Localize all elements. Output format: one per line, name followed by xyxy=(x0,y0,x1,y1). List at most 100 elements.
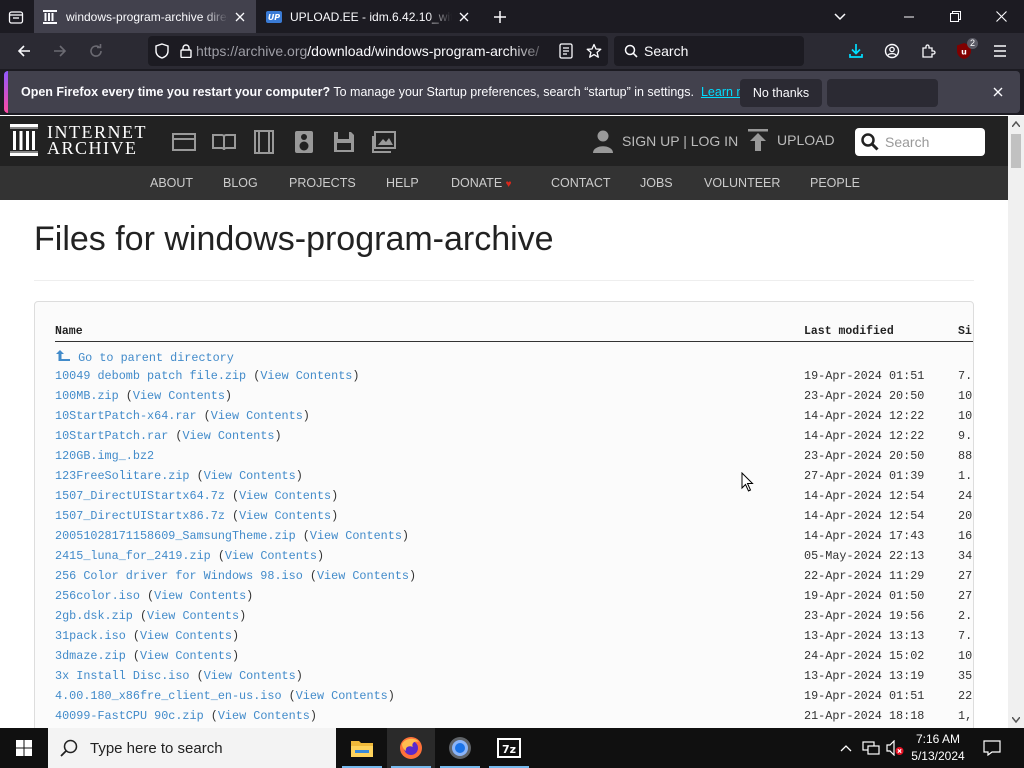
close-tab-icon[interactable] xyxy=(228,5,252,29)
file-link[interactable]: 4.00.180_x86fre_client_en-us.iso xyxy=(55,689,282,703)
nav-about[interactable]: ABOUT xyxy=(150,166,193,200)
volume-muted-icon[interactable] xyxy=(884,728,906,768)
file-link[interactable]: 10049 debomb patch file.zip xyxy=(55,369,246,383)
nav-help[interactable]: HELP xyxy=(386,166,419,200)
parent-directory-link[interactable]: Go to parent directory xyxy=(78,351,234,365)
scroll-down-arrow-icon[interactable] xyxy=(1008,712,1024,728)
file-explorer-taskbar-icon[interactable] xyxy=(338,728,386,768)
software-floppy-icon[interactable] xyxy=(324,128,364,156)
internet-archive-logo[interactable]: INTERNET ARCHIVE xyxy=(10,123,147,157)
file-link[interactable]: 40099-FastCPU 90c.zip xyxy=(55,709,204,723)
view-contents-link[interactable]: View Contents xyxy=(147,609,239,623)
view-contents-link[interactable]: View Contents xyxy=(225,549,317,563)
file-link[interactable]: 1507_DirectUIStartx64.7z xyxy=(55,489,225,503)
nav-projects[interactable]: PROJECTS xyxy=(289,166,356,200)
sign-up-login[interactable]: SIGN UP | LOG IN xyxy=(592,129,738,153)
file-link[interactable]: 31pack.iso xyxy=(55,629,126,643)
upload-link[interactable]: UPLOAD xyxy=(748,129,835,151)
network-icon[interactable] xyxy=(860,728,882,768)
forward-arrow-icon[interactable] xyxy=(46,37,74,65)
view-contents-link[interactable]: View Contents xyxy=(310,529,402,543)
video-film-icon[interactable] xyxy=(244,128,284,156)
new-tab-button[interactable] xyxy=(487,4,513,30)
nav-contact[interactable]: CONTACT xyxy=(551,166,611,200)
file-link[interactable]: 2415_luna_for_2419.zip xyxy=(55,549,211,563)
nav-volunteer[interactable]: VOLUNTEER xyxy=(704,166,780,200)
tab-list-icon[interactable] xyxy=(0,0,32,33)
view-contents-link[interactable]: View Contents xyxy=(239,509,331,523)
tab-upload-ee[interactable]: UP UPLOAD.EE - idm.6.42.10_with_crack.zi… xyxy=(258,0,480,33)
back-arrow-icon[interactable] xyxy=(10,37,38,65)
downloads-icon[interactable] xyxy=(842,37,870,65)
7zip-taskbar-icon[interactable]: 7z xyxy=(485,728,533,768)
view-contents-link[interactable]: View Contents xyxy=(204,669,296,683)
file-link[interactable]: 3dmaze.zip xyxy=(55,649,126,663)
view-contents-link[interactable]: View Contents xyxy=(239,489,331,503)
view-contents-link[interactable]: View Contents xyxy=(317,569,409,583)
file-link[interactable]: 2gb.dsk.zip xyxy=(55,609,133,623)
column-name-header[interactable]: Name xyxy=(55,325,83,338)
file-link[interactable]: 120GB.img_.bz2 xyxy=(55,449,154,463)
notifications-icon[interactable] xyxy=(978,728,1006,768)
file-link[interactable]: 256 Color driver for Windows 98.iso xyxy=(55,569,303,583)
nav-blog[interactable]: BLOG xyxy=(223,166,258,200)
firefox-taskbar-icon[interactable] xyxy=(387,728,435,768)
ia-search-input[interactable]: Search xyxy=(855,128,985,156)
chrome-taskbar-icon[interactable] xyxy=(436,728,484,768)
view-contents-link[interactable]: View Contents xyxy=(154,589,246,603)
column-modified-header[interactable]: Last modified xyxy=(804,325,894,338)
lock-icon[interactable] xyxy=(176,37,196,65)
close-window-icon[interactable] xyxy=(978,0,1024,33)
file-link[interactable]: 256color.iso xyxy=(55,589,140,603)
reader-view-icon[interactable] xyxy=(552,37,580,65)
no-thanks-button[interactable]: No thanks xyxy=(740,79,822,107)
restore-window-icon[interactable] xyxy=(932,0,978,33)
ublock-origin-extension-icon[interactable]: u 2 xyxy=(950,37,978,65)
web-archive-icon[interactable] xyxy=(164,128,204,156)
show-hidden-icons-chevron-icon[interactable] xyxy=(836,728,856,768)
nav-donate[interactable]: DONATE ♥ xyxy=(451,166,512,200)
scrollbar-thumb[interactable] xyxy=(1011,134,1021,168)
view-contents-link[interactable]: View Contents xyxy=(211,409,303,423)
close-notification-icon[interactable] xyxy=(986,80,1010,104)
url-text[interactable]: https://archive.org/download/windows-pro… xyxy=(196,43,552,59)
scroll-up-arrow-icon[interactable] xyxy=(1008,116,1024,132)
view-contents-link[interactable]: View Contents xyxy=(296,689,388,703)
taskbar-search-box[interactable]: Type here to search xyxy=(48,728,336,768)
file-link[interactable]: 10StartPatch.rar xyxy=(55,429,168,443)
file-link[interactable]: 1507_DirectUIStartx86.7z xyxy=(55,509,225,523)
taskbar-clock[interactable]: 7:16 AM 5/13/2024 xyxy=(906,731,970,765)
tab-archive-listing[interactable]: windows-program-archive directory listin… xyxy=(34,0,256,33)
view-contents-link[interactable]: View Contents xyxy=(182,429,274,443)
extensions-puzzle-icon[interactable] xyxy=(914,37,942,65)
column-size-header[interactable]: Si xyxy=(958,325,972,338)
view-contents-link[interactable]: View Contents xyxy=(133,389,225,403)
view-contents-link[interactable]: View Contents xyxy=(140,629,232,643)
texts-book-icon[interactable] xyxy=(204,128,244,156)
view-contents-link[interactable]: View Contents xyxy=(140,649,232,663)
view-contents-link[interactable]: View Contents xyxy=(204,469,296,483)
images-picture-icon[interactable] xyxy=(364,128,404,156)
list-all-tabs-chevron-icon[interactable] xyxy=(826,4,854,30)
browser-search-box[interactable]: Search xyxy=(614,36,804,66)
bookmark-star-icon[interactable] xyxy=(580,37,608,65)
nav-people[interactable]: PEOPLE xyxy=(810,166,860,200)
close-tab-icon[interactable] xyxy=(452,5,476,29)
file-link[interactable]: 100MB.zip xyxy=(55,389,119,403)
file-link[interactable]: 20051028171158609_SamsungTheme.zip xyxy=(55,529,296,543)
address-bar[interactable]: https://archive.org/download/windows-pro… xyxy=(148,36,608,66)
audio-speaker-icon[interactable] xyxy=(284,128,324,156)
file-link[interactable]: 10StartPatch-x64.rar xyxy=(55,409,197,423)
menu-hamburger-icon[interactable] xyxy=(986,37,1014,65)
view-contents-link[interactable]: View Contents xyxy=(260,369,352,383)
file-link[interactable]: 123FreeSolitare.zip xyxy=(55,469,190,483)
nav-jobs[interactable]: JOBS xyxy=(640,166,673,200)
accept-startup-button[interactable] xyxy=(827,79,938,107)
file-link[interactable]: 3x Install Disc.iso xyxy=(55,669,190,683)
tracking-protection-shield-icon[interactable] xyxy=(148,37,176,65)
view-contents-link[interactable]: View Contents xyxy=(218,709,310,723)
vertical-scrollbar[interactable] xyxy=(1008,116,1024,728)
account-icon[interactable] xyxy=(878,37,906,65)
reload-icon[interactable] xyxy=(82,37,110,65)
start-windows-icon[interactable] xyxy=(0,728,48,768)
